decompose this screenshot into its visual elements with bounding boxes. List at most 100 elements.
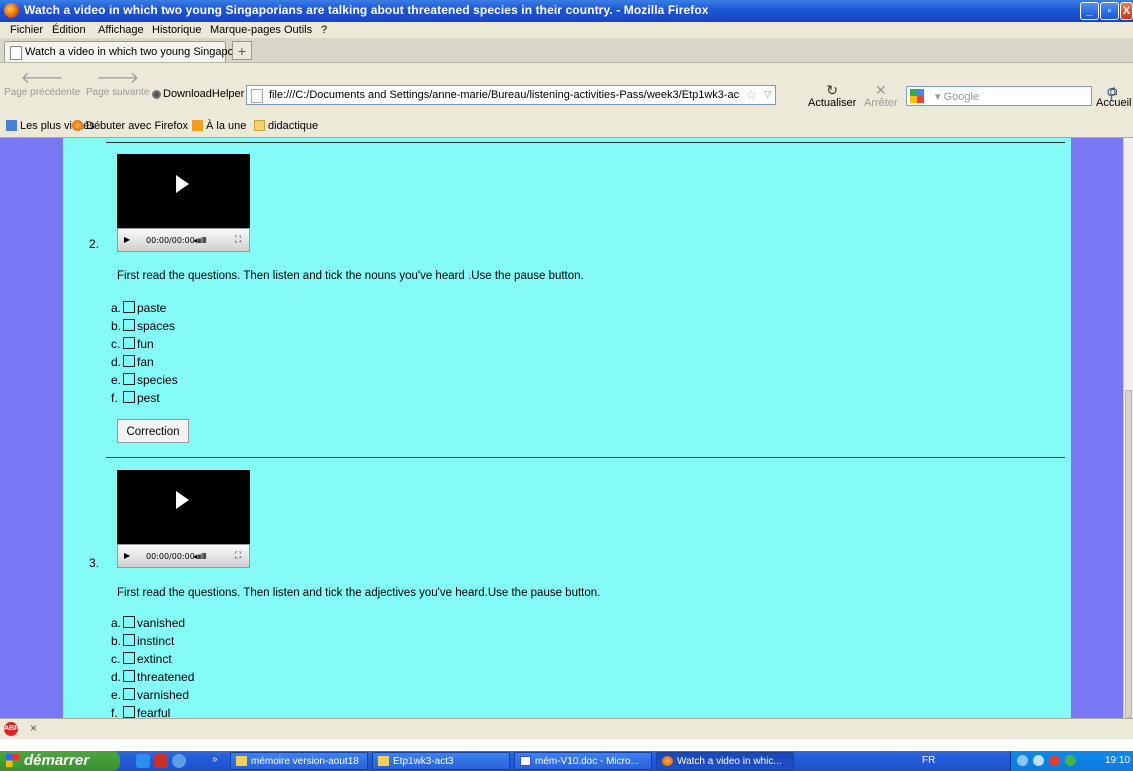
option-label: fan [137,355,154,369]
menu-help[interactable]: ? [321,24,327,36]
download-helper-icon [152,89,161,99]
option-checkbox[interactable] [123,337,135,349]
video-player[interactable]: ▶ 00:00/00:00 ◂ııııllll ⛶ [117,154,250,252]
desktop-icon[interactable] [136,754,150,768]
google-icon [910,89,924,103]
option-checkbox[interactable] [123,373,135,385]
question-instruction: First read the questions. Then listen an… [117,587,601,599]
addon-bar-close-icon[interactable]: × [30,721,37,735]
option-item[interactable]: a. paste [111,301,166,317]
bookmark-folder-icon [6,120,17,131]
fullscreen-icon[interactable]: ⛶ [235,235,241,245]
reload-button[interactable]: ↻ Actualiser [808,83,856,109]
network-icon[interactable] [1017,755,1028,766]
activity-panel: ▶ 00:00/00:00 ◂ııııllll ⛶ 2. First read … [63,138,1071,718]
dropdown-arrow-icon[interactable]: ▽ [764,89,771,100]
clock: 19:10 [1105,755,1131,766]
maximize-button[interactable]: ▫ [1100,2,1119,20]
home-button[interactable]: ⌂ Accueil [1096,83,1131,109]
option-checkbox[interactable] [123,634,135,646]
fullscreen-icon[interactable]: ⛶ [235,551,241,561]
page-icon [10,46,22,60]
menu-historique[interactable]: Historique [152,24,202,36]
close-button[interactable]: X [1120,2,1133,20]
play-icon[interactable] [176,175,189,193]
taskbar-item-active[interactable]: Watch a video in whic... [656,752,794,770]
option-checkbox[interactable] [123,706,135,718]
bookmark-getting-started[interactable]: Débuter avec Firefox [72,120,188,132]
download-helper-button[interactable]: DownloadHelper [152,88,244,100]
play-icon[interactable] [176,491,189,509]
option-item[interactable]: c. extinct [111,652,172,668]
forward-button[interactable]: 🡒 Page suivante [86,71,149,99]
minimize-button[interactable]: _ [1080,2,1099,20]
option-checkbox[interactable] [123,652,135,664]
option-label: spaces [137,319,176,333]
acrobat-icon[interactable] [154,754,168,768]
option-checkbox[interactable] [123,391,135,403]
language-indicator[interactable]: FR [922,755,935,766]
option-item[interactable]: f. fearful [111,706,170,718]
volume-icon[interactable] [1033,755,1044,766]
option-item[interactable]: a. vanished [111,616,185,632]
option-item[interactable]: e. varnished [111,688,189,704]
option-label: extinct [137,652,172,666]
play-button-icon[interactable]: ▶ [124,551,130,560]
chevron-icon[interactable]: » [212,754,218,765]
option-checkbox[interactable] [123,688,135,700]
option-checkbox[interactable] [123,616,135,628]
update-icon[interactable] [1065,755,1076,766]
video-time: 00:00/00:00 [146,552,195,561]
menu-affichage[interactable]: Affichage [98,24,144,36]
taskbar-item[interactable]: mém-V10.doc - Micro... [514,752,652,770]
scrollbar-thumb[interactable] [1125,390,1132,718]
firefox-icon [4,3,19,18]
menu-fichier[interactable]: Fichier [10,24,43,36]
rss-feed-icon [192,120,203,131]
bookmark-star-icon[interactable]: ☆ [745,87,757,103]
search-box[interactable]: ▾ Google ⚲ [906,86,1117,106]
ie-icon[interactable] [172,754,186,768]
volume-slider-icon[interactable]: ◂ııııllll [193,552,207,561]
back-button[interactable]: 🡐 Page précédente [4,71,80,99]
question-number: 2. [89,237,100,251]
bookmark-didactique[interactable]: didactique [254,120,318,132]
stop-button[interactable]: ✕ Arrêter [864,83,898,109]
correction-button[interactable]: Correction [117,419,189,443]
option-checkbox[interactable] [123,319,135,331]
option-item[interactable]: f. pest [111,391,160,407]
option-item[interactable]: b. spaces [111,319,175,335]
taskbar-item[interactable]: mémoire version-aout18 [230,752,368,770]
option-item[interactable]: b. instinct [111,634,174,650]
bookmark-label: didactique [268,120,319,132]
option-checkbox[interactable] [123,670,135,682]
option-item[interactable]: d. fan [111,355,154,371]
vertical-scrollbar[interactable] [1123,138,1133,718]
option-checkbox[interactable] [123,355,135,367]
option-checkbox[interactable] [123,301,135,313]
stop-icon: ✕ [874,82,887,98]
play-button-icon[interactable]: ▶ [124,235,130,244]
video-player[interactable]: ▶ 00:00/00:00 ◂ııııllll ⛶ [117,470,250,568]
taskbar-item[interactable]: Etp1wk3-act3 [372,752,510,770]
option-item[interactable]: d. threatened [111,670,194,686]
menu-edition[interactable]: Édition [52,24,86,36]
video-time: 00:00/00:00 [146,236,195,245]
adblock-plus-icon[interactable]: ABP [4,722,19,736]
start-button[interactable]: démarrer [0,751,120,771]
tab-current[interactable]: Watch a video in which two young Singapo… [4,41,249,62]
window-title: Watch a video in which two young Singapo… [24,3,709,17]
antivirus-icon[interactable] [1049,755,1060,766]
bookmark-headlines[interactable]: À la une [192,120,246,132]
url-bar[interactable]: file:///C:/Documents and Settings/anne-m… [246,85,776,105]
new-tab-button[interactable]: + [232,41,252,60]
option-letter: d. [111,670,122,684]
windows-taskbar: démarrer » mémoire version-aout18 Etp1wk… [0,751,1133,771]
taskbar-item-label: mémoire version-aout18 [251,756,359,767]
tab-bar: Watch a video in which two young Singapo… [0,38,1133,63]
menu-outils[interactable]: Outils [284,24,312,36]
menu-marque-pages[interactable]: Marque-pages [210,24,281,36]
volume-slider-icon[interactable]: ◂ııııllll [193,236,207,245]
option-item[interactable]: c. fun [111,337,154,353]
option-item[interactable]: e. species [111,373,178,389]
